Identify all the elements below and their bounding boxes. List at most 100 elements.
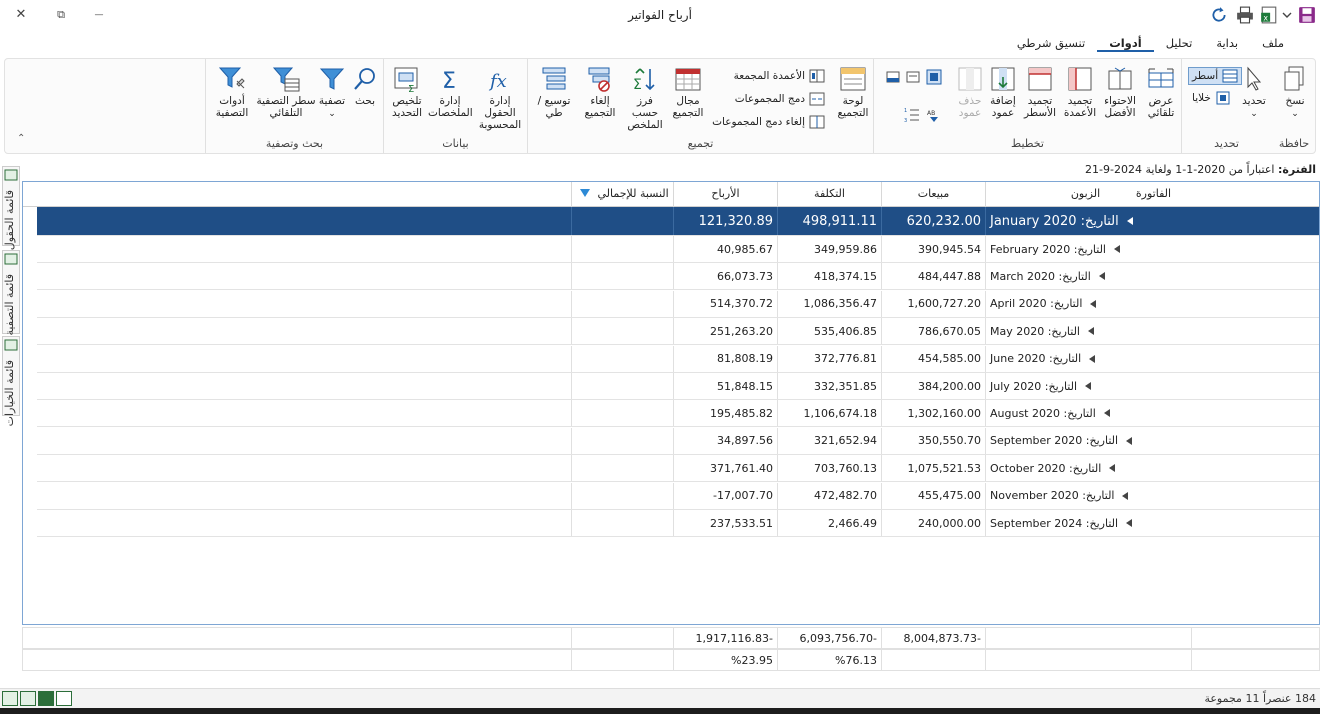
layout-outline-icon[interactable] — [906, 71, 920, 83]
column-header-cost[interactable]: التكلفة — [777, 182, 881, 207]
merge-groups-button[interactable]: دمج المجموعات — [735, 92, 825, 106]
tab-tools[interactable]: أدوات — [1097, 34, 1154, 52]
column-header-profit[interactable]: الأرباح — [673, 182, 777, 207]
table-row[interactable]: التاريخ: January 2020 620,232.00 498,911.1… — [37, 207, 1319, 236]
group-label[interactable]: التاريخ: November 2020 — [985, 482, 1319, 509]
table-row[interactable]: التاريخ: September 2020 350,550.70 321,652… — [37, 427, 1319, 455]
layout-compact-icon[interactable] — [926, 69, 942, 85]
pivot-grid[interactable]: الفاتورة مبيعات التكلفة الأرباح النسبة ل… — [22, 181, 1320, 625]
period-line: الفترة: اعتباراً من 2020-1-1 ولغاية 2024… — [1085, 163, 1316, 176]
group-label[interactable]: التاريخ: January 2020 — [985, 207, 1319, 235]
selection-summary-button[interactable]: Σ تلخيص التحديد — [388, 65, 426, 119]
table-row[interactable]: التاريخ: November 2020 455,475.00 472,482.… — [37, 482, 1319, 510]
expand-arrow-icon[interactable] — [1126, 217, 1133, 225]
column-header-percent[interactable]: النسبة للإجمالي — [571, 182, 673, 207]
excel-export-icon[interactable]: x — [1260, 6, 1278, 24]
select-rows-button[interactable]: أسطر — [1188, 67, 1243, 85]
sales-cell: 390,945.54 — [881, 236, 985, 262]
layout-tabular-icon[interactable] — [886, 71, 900, 83]
group-label[interactable]: التاريخ: March 2020 — [985, 263, 1319, 290]
auto-filter-row-button[interactable]: سطر التصفية التلقائي — [256, 65, 316, 119]
table-row[interactable]: التاريخ: August 2020 1,302,160.00 1,106,67… — [37, 400, 1319, 428]
group-label[interactable]: التاريخ: June 2020 — [985, 345, 1319, 372]
group-text: التاريخ: August 2020 — [990, 406, 1096, 420]
group-label[interactable]: التاريخ: April 2020 — [985, 290, 1319, 317]
column-header-customer[interactable]: الزبون — [985, 182, 1185, 207]
manage-summaries-button[interactable]: Σ إدارة الملخصات — [428, 65, 473, 119]
svg-text:1: 1 — [904, 108, 907, 114]
sort-by-summary-button[interactable]: Σ فرز حسب الملخص — [624, 65, 666, 131]
expand-arrow-icon[interactable] — [1089, 354, 1096, 363]
select-button[interactable]: تحديد ⌄ — [1238, 65, 1270, 120]
group-label[interactable]: التاريخ: February 2020 — [985, 236, 1319, 262]
expand-collapse-button[interactable]: توسيع / طي — [532, 65, 576, 119]
table-row[interactable]: التاريخ: October 2020 1,075,521.53 703,760… — [37, 455, 1319, 483]
column-header-sales[interactable]: مبيعات — [881, 182, 985, 207]
grouped-columns-button[interactable]: الأعمدة المجمعة — [734, 69, 825, 83]
tab-home[interactable]: بداية — [1204, 34, 1250, 52]
table-row[interactable]: التاريخ: May 2020 786,670.05 535,406.85 251… — [37, 318, 1319, 346]
filter-button[interactable]: تصفية ⌄ — [316, 65, 348, 120]
sales-cell: 454,585.00 — [881, 345, 985, 372]
unmerge-groups-button[interactable]: إلغاء دمج المجموعات — [712, 115, 825, 129]
group-panel-icon — [840, 67, 866, 91]
options-list-panel-tab[interactable]: قائمة الخيارات — [2, 336, 20, 426]
tab-conditional-format[interactable]: تنسيق شرطي — [1005, 34, 1097, 52]
numbered-list-icon[interactable]: 13 — [904, 107, 920, 123]
tab-file[interactable]: ملف — [1250, 34, 1296, 52]
sort-ab-icon[interactable]: AB — [926, 107, 942, 123]
refresh-icon[interactable] — [1210, 6, 1228, 24]
expand-arrow-icon[interactable] — [1109, 464, 1116, 473]
calculated-fields-button[interactable]: fx إدارة الحقول المحسوبة — [474, 65, 526, 131]
group-label[interactable]: التاريخ: October 2020 — [985, 455, 1319, 482]
filter-icon[interactable] — [580, 189, 590, 197]
group-panel-button[interactable]: لوحة التجميع — [834, 65, 872, 119]
group-text: التاريخ: May 2020 — [990, 324, 1080, 338]
view-export-icon[interactable] — [56, 691, 72, 706]
view-pivot-icon[interactable] — [38, 691, 54, 706]
best-fit-button[interactable]: الاحتواء الأفضل — [1100, 65, 1140, 119]
expand-arrow-icon[interactable] — [1103, 409, 1110, 418]
expand-arrow-icon[interactable] — [1090, 299, 1097, 308]
group-label[interactable]: التاريخ: September 2020 — [985, 427, 1319, 454]
filter-tools-button[interactable]: أدوات التصفية — [208, 65, 256, 119]
table-row[interactable]: التاريخ: April 2020 1,600,727.20 1,086,356… — [37, 290, 1319, 318]
expand-arrow-icon[interactable] — [1114, 245, 1120, 253]
collapse-ribbon-icon[interactable]: ⌃ — [17, 133, 25, 144]
expand-arrow-icon[interactable] — [1088, 327, 1094, 336]
expand-arrow-icon[interactable] — [1126, 436, 1133, 445]
chevron-down-icon[interactable] — [1281, 6, 1293, 24]
expand-arrow-icon[interactable] — [1098, 272, 1105, 281]
ungroup-button[interactable]: إلغاء التجميع — [578, 65, 622, 119]
view-chart-icon[interactable] — [20, 691, 36, 706]
tab-analysis[interactable]: تحليل — [1154, 34, 1205, 52]
add-column-button[interactable]: إضافة عمود — [986, 65, 1020, 119]
search-button[interactable]: بحث — [348, 65, 382, 107]
autoshow-button[interactable]: عرض تلقائي — [1142, 65, 1180, 119]
group-label[interactable]: التاريخ: May 2020 — [985, 318, 1319, 345]
delete-column-button[interactable]: حذف عمود — [954, 65, 986, 119]
copy-button[interactable]: نسخ ⌄ — [1275, 65, 1315, 120]
save-icon[interactable] — [1298, 6, 1316, 24]
search-icon — [354, 68, 375, 90]
group-range-button[interactable]: مجال التجميع — [668, 65, 708, 119]
view-grid-icon[interactable] — [2, 691, 18, 706]
table-row[interactable]: التاريخ: March 2020 484,447.88 418,374.15 6… — [37, 263, 1319, 291]
table-row[interactable]: التاريخ: June 2020 454,585.00 372,776.81 81… — [37, 345, 1319, 373]
freeze-columns-button[interactable]: تجميد الأعمدة — [1060, 65, 1100, 119]
expand-arrow-icon[interactable] — [1085, 382, 1092, 390]
table-row[interactable]: التاريخ: July 2020 384,200.00 332,351.85 51… — [37, 373, 1319, 400]
filter-list-panel-tab[interactable]: قائمة التصفية — [2, 250, 20, 335]
select-cells-button[interactable]: خلايا — [1192, 91, 1231, 105]
print-icon[interactable] — [1236, 6, 1254, 24]
total-profit: 1,917,116.83- — [673, 628, 777, 648]
table-row[interactable]: التاريخ: September 2024 240,000.00 2,466.4… — [37, 510, 1319, 537]
freeze-rows-button[interactable]: تجميد الأسطر — [1020, 65, 1060, 119]
field-list-panel-tab[interactable]: قائمة الحقول — [2, 166, 20, 250]
table-row[interactable]: التاريخ: February 2020 390,945.54 349,959.… — [37, 236, 1319, 263]
group-label[interactable]: التاريخ: September 2024 — [985, 510, 1319, 536]
group-label[interactable]: التاريخ: July 2020 — [985, 373, 1319, 399]
expand-arrow-icon[interactable] — [1126, 519, 1133, 527]
expand-arrow-icon[interactable] — [1122, 491, 1129, 500]
group-label[interactable]: التاريخ: August 2020 — [985, 400, 1319, 427]
